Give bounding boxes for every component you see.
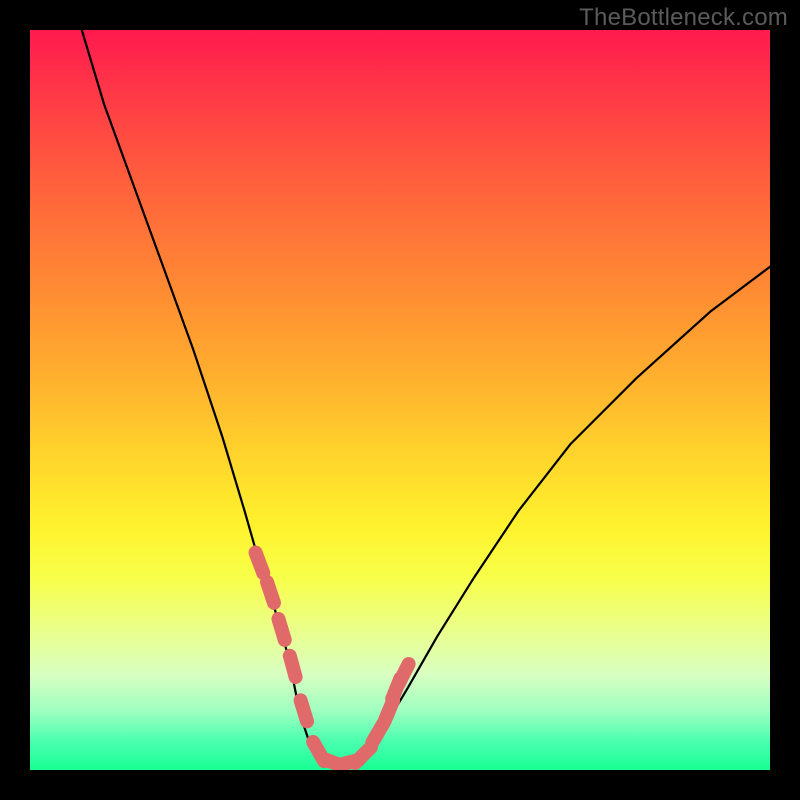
watermark-text: TheBottleneck.com bbox=[579, 4, 788, 32]
chart-svg bbox=[30, 30, 770, 770]
chart-frame: TheBottleneck.com bbox=[0, 0, 800, 800]
chart-plot-area bbox=[30, 30, 770, 770]
main-curve bbox=[82, 30, 770, 763]
highlight-segments bbox=[256, 553, 409, 767]
